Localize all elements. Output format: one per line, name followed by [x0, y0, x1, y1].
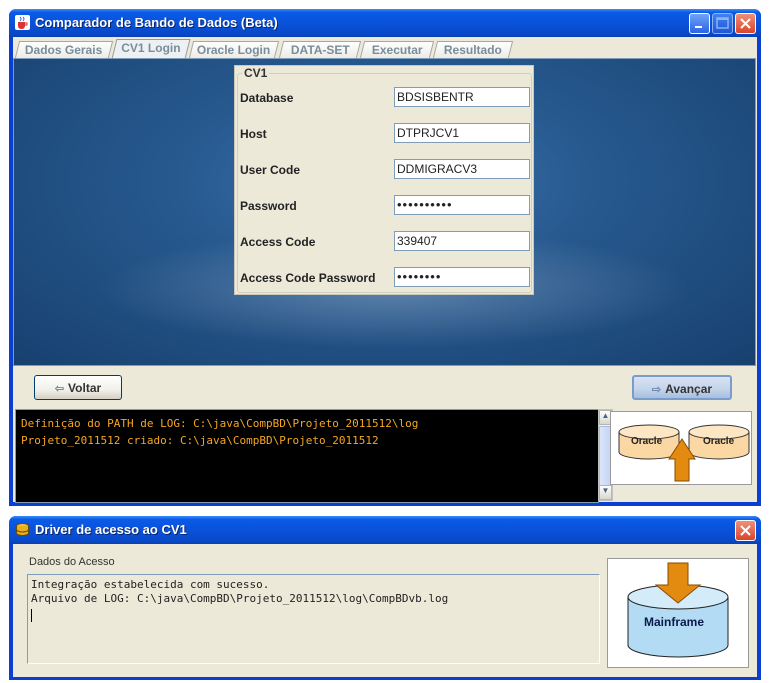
maximize-icon	[716, 17, 729, 29]
access-code-password-row: Access Code Password ••••••••	[240, 267, 530, 289]
tab-data-set[interactable]: DATA-SET	[278, 41, 362, 58]
cv1-login-panel: CV1 Database BDSISBENTR Host DTPRJCV1 Us…	[13, 58, 756, 366]
tab-cv1-login[interactable]: CV1 Login	[111, 39, 191, 59]
access-code-password-label: Access Code Password	[240, 271, 376, 285]
host-field[interactable]: DTPRJCV1	[394, 123, 530, 143]
log-console[interactable]: Definição do PATH de LOG: C:\java\CompBD…	[15, 409, 599, 503]
oracle-left-label: Oracle	[631, 436, 663, 447]
access-code-row: Access Code 339407	[240, 231, 530, 253]
access-code-label: Access Code	[240, 235, 316, 249]
close-button[interactable]	[735, 13, 756, 34]
text-caret	[31, 609, 32, 622]
user-code-row: User Code DDMIGRACV3	[240, 159, 530, 181]
access-line: Integração estabelecida com sucesso.	[31, 578, 270, 591]
access-data-text[interactable]: Integração estabelecida com sucesso. Arq…	[27, 574, 600, 664]
access-line: Arquivo de LOG: C:\java\CompBD\Projeto_2…	[31, 592, 449, 605]
minimize-button[interactable]	[689, 13, 710, 34]
maximize-button[interactable]	[712, 13, 733, 34]
back-button[interactable]: ⇦ Voltar	[34, 375, 122, 400]
access-code-field[interactable]: 339407	[394, 231, 530, 251]
mainframe-database-icon	[627, 562, 729, 658]
host-label: Host	[240, 127, 267, 141]
user-code-label: User Code	[240, 163, 301, 177]
main-titlebar[interactable]: Comparador de Bando de Dados (Beta)	[9, 9, 761, 37]
oracle-to-oracle-diagram: Oracle Oracle	[610, 411, 752, 485]
driver-window: Driver de acesso ao CV1 Dados do Acesso …	[9, 516, 761, 680]
log-line: Definição do PATH de LOG: C:\java\CompBD…	[21, 417, 419, 430]
next-button[interactable]: ⇨ Avançar	[632, 375, 732, 400]
database-label: Database	[240, 91, 294, 105]
driver-client-area: Dados do Acesso Integração estabelecida …	[13, 544, 757, 677]
driver-window-title: Driver de acesso ao CV1	[35, 522, 187, 537]
log-line: Projeto_2011512 criado: C:\java\CompBD\P…	[21, 434, 379, 447]
tab-oracle-login[interactable]: Oracle Login	[188, 41, 280, 58]
database-row: Database BDSISBENTR	[240, 87, 530, 109]
tab-strip: Dados Gerais CV1 Login Oracle Login DATA…	[13, 39, 757, 59]
host-row: Host DTPRJCV1	[240, 123, 530, 145]
mainframe-diagram: Mainframe	[607, 558, 749, 668]
arrow-right-icon: ⇨	[651, 384, 662, 396]
database-transfer-icon	[618, 424, 750, 482]
tab-executar[interactable]: Executar	[359, 41, 435, 58]
database-icon	[16, 523, 29, 536]
access-data-label: Dados do Acesso	[29, 556, 115, 568]
main-window-title: Comparador de Bando de Dados (Beta)	[35, 15, 278, 30]
main-client-area: Dados Gerais CV1 Login Oracle Login DATA…	[13, 37, 757, 503]
arrow-left-icon: ⇦	[54, 383, 65, 395]
close-icon	[740, 525, 751, 536]
mainframe-label: Mainframe	[644, 615, 705, 629]
fieldset-legend: CV1	[242, 66, 270, 80]
database-field[interactable]: BDSISBENTR	[394, 87, 530, 107]
scroll-down-button[interactable]: ▼	[599, 485, 612, 500]
password-label: Password	[240, 199, 297, 213]
driver-titlebar[interactable]: Driver de acesso ao CV1	[9, 516, 761, 544]
driver-close-button[interactable]	[735, 520, 756, 541]
java-cup-icon	[15, 15, 30, 30]
user-code-field[interactable]: DDMIGRACV3	[394, 159, 530, 179]
cv1-form-card: CV1 Database BDSISBENTR Host DTPRJCV1 Us…	[234, 65, 534, 295]
cv1-fieldset: CV1 Database BDSISBENTR Host DTPRJCV1 Us…	[237, 66, 532, 293]
access-code-password-field[interactable]: ••••••••	[394, 267, 530, 287]
tab-resultado[interactable]: Resultado	[432, 41, 514, 58]
tab-dados-gerais[interactable]: Dados Gerais	[14, 41, 114, 58]
close-icon	[740, 18, 751, 29]
password-row: Password ••••••••••	[240, 195, 530, 217]
password-field[interactable]: ••••••••••	[394, 195, 530, 215]
oracle-right-label: Oracle	[703, 436, 735, 447]
minimize-icon	[695, 26, 702, 28]
main-window: Comparador de Bando de Dados (Beta) Dado…	[9, 9, 761, 506]
